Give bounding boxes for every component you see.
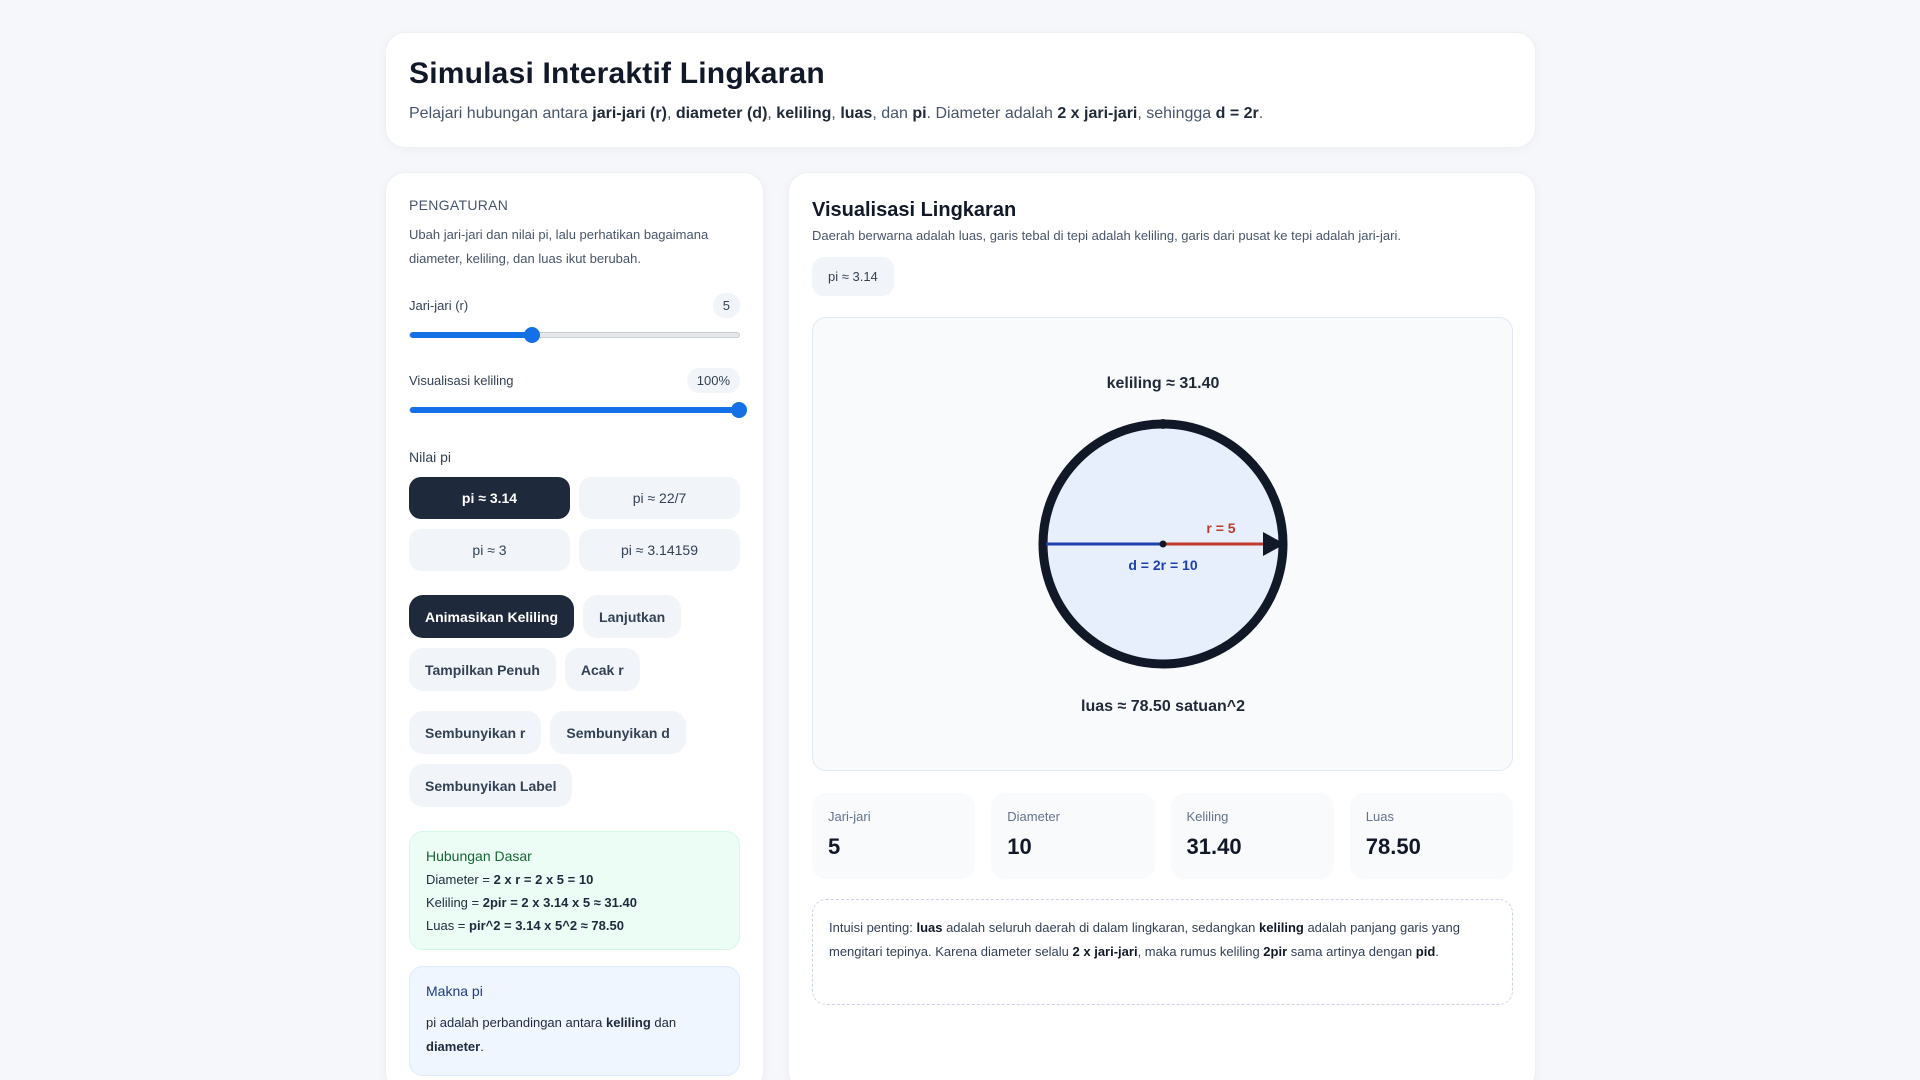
stats-row: Jari-jari 5 Diameter 10 Keliling 31.40 L… xyxy=(812,793,1513,879)
page-subtitle: Pelajari hubungan antara jari-jari (r), … xyxy=(409,105,1264,122)
circumference-label: keliling ≈ 31.40 xyxy=(1107,375,1220,392)
stat-value: 78.50 xyxy=(1365,834,1421,859)
basic-relation-title: Hubungan Dasar xyxy=(426,848,532,864)
circumference-slider-thumb[interactable] xyxy=(731,402,747,418)
circumference-slider[interactable] xyxy=(409,402,747,418)
circumference-slider-label: Visualisasi keliling xyxy=(409,373,514,388)
area-formula: Luas = pir^2 = 3.14 x 5^2 ≈ 78.50 xyxy=(426,918,624,933)
circumference-formula: Keliling = 2pir = 2 x 3.14 x 5 ≈ 31.40 xyxy=(426,895,637,910)
show-full-button[interactable]: Tampilkan Penuh xyxy=(409,648,556,691)
stat-value: 31.40 xyxy=(1186,834,1242,859)
pi-meaning-text: pi adalah perbandingan antara keliling d… xyxy=(426,1015,677,1054)
settings-panel: PENGATURAN Ubah jari-jari dan nilai pi, … xyxy=(385,172,764,1080)
circle-drawing: keliling ≈ 31.40 r = 5 d = 2r = 10 luas … xyxy=(1038,375,1288,715)
radius-slider-thumb[interactable] xyxy=(523,327,540,343)
stat-value: 10 xyxy=(1007,834,1032,859)
circumference-value-badge: 100% xyxy=(686,368,740,393)
pi-option-3-14[interactable]: pi ≈ 3.14 xyxy=(409,477,570,519)
animation-button-row: Animasikan Keliling Lanjutkan xyxy=(409,595,740,638)
settings-section-label: PENGATURAN xyxy=(409,197,509,213)
settings-description: Ubah jari-jari dan nilai pi, lalu perhat… xyxy=(409,227,709,266)
stat-label: Luas xyxy=(1365,809,1394,824)
insight-box: Intuisi penting: luas adalah seluruh dae… xyxy=(812,899,1513,1005)
pi-meaning-title: Makna pi xyxy=(426,983,483,999)
stat-card-circumference: Keliling 31.40 xyxy=(1170,793,1334,879)
stat-label: Diameter xyxy=(1007,809,1060,824)
pi-option-3-14159[interactable]: pi ≈ 3.14159 xyxy=(579,529,740,571)
page-title: Simulasi Interaktif Lingkaran xyxy=(409,57,825,90)
label-button-row: Sembunyikan Label xyxy=(409,764,740,807)
visualization-description: Daerah berwarna adalah luas, garis tebal… xyxy=(812,228,1401,243)
basic-relation-box: Hubungan Dasar Diameter = 2 x r = 2 x 5 … xyxy=(409,831,740,950)
header-card: Simulasi Interaktif Lingkaran Pelajari h… xyxy=(385,32,1536,148)
display-button-row: Tampilkan Penuh Acak r xyxy=(409,648,740,691)
stat-label: Jari-jari xyxy=(828,809,871,824)
circumference-slider-fill xyxy=(410,407,739,413)
visualization-title: Visualisasi Lingkaran xyxy=(812,199,1017,221)
pi-option-3[interactable]: pi ≈ 3 xyxy=(409,529,570,571)
circle-canvas: keliling ≈ 31.40 r = 5 d = 2r = 10 luas … xyxy=(812,317,1513,771)
random-radius-button[interactable]: Acak r xyxy=(564,648,640,691)
pi-options-label: Nilai pi xyxy=(409,449,452,465)
circumference-slider-header: Visualisasi keliling 100% xyxy=(409,368,740,393)
radius-value-badge: 5 xyxy=(712,293,740,318)
area-label: luas ≈ 78.50 satuan^2 xyxy=(1081,698,1245,715)
center-point xyxy=(1159,540,1167,548)
stat-card-radius: Jari-jari 5 xyxy=(812,793,976,879)
radius-slider-fill xyxy=(410,332,532,338)
radius-slider-label: Jari-jari (r) xyxy=(409,298,469,313)
visibility-button-row: Sembunyikan r Sembunyikan d xyxy=(409,711,740,754)
visualization-panel: Visualisasi Lingkaran Daerah berwarna ad… xyxy=(788,172,1536,1080)
hide-radius-button[interactable]: Sembunyikan r xyxy=(409,711,542,754)
radius-slider[interactable] xyxy=(409,327,740,343)
diameter-label: d = 2r = 10 xyxy=(1128,557,1197,573)
circumference-start-point xyxy=(1158,419,1168,429)
pi-options-group: pi ≈ 3.14 pi ≈ 22/7 pi ≈ 3 pi ≈ 3.14159 xyxy=(409,477,740,571)
pi-option-22-7[interactable]: pi ≈ 22/7 xyxy=(579,477,740,519)
stat-card-area: Luas 78.50 xyxy=(1349,793,1513,879)
pi-meaning-box: Makna pi pi adalah perbandingan antara k… xyxy=(409,966,740,1076)
stat-value: 5 xyxy=(828,834,841,859)
radius-label: r = 5 xyxy=(1206,520,1235,536)
stat-card-diameter: Diameter 10 xyxy=(991,793,1155,879)
active-pi-badge: pi ≈ 3.14 xyxy=(812,257,894,296)
hide-diameter-button[interactable]: Sembunyikan d xyxy=(550,711,686,754)
continue-button[interactable]: Lanjutkan xyxy=(583,595,682,638)
hide-label-button[interactable]: Sembunyikan Label xyxy=(409,764,573,807)
animate-circumference-button[interactable]: Animasikan Keliling xyxy=(409,595,575,638)
radius-slider-header: Jari-jari (r) 5 xyxy=(409,293,740,318)
stat-label: Keliling xyxy=(1186,809,1229,824)
diameter-formula: Diameter = 2 x r = 2 x 5 = 10 xyxy=(426,872,594,887)
